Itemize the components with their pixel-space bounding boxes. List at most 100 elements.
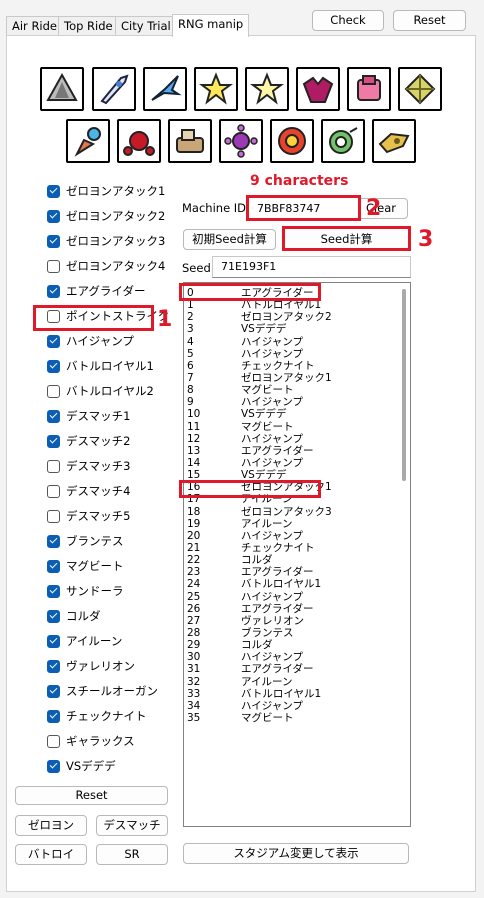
tab-rng-manip[interactable]: RNG manip [172,14,250,37]
stage-checkbox[interactable] [47,659,60,673]
wheelie-bike-icon[interactable] [296,67,340,111]
stage-checkbox[interactable] [47,559,60,573]
list-item[interactable]: 3 VSデデデ [184,323,410,335]
top-reset-button[interactable]: Reset [393,10,466,31]
rocket-star-icon[interactable] [92,67,136,111]
list-item[interactable]: 18 ゼロヨンアタック3 [184,506,410,518]
list-item[interactable]: 19 アイルーン [184,518,410,530]
stage-checkbox-row[interactable]: ゼロヨンアタック4 [47,256,165,276]
list-item[interactable]: 29 コルダ [184,639,410,651]
slick-star-icon[interactable] [347,67,391,111]
stage-checkbox-row[interactable]: チェックナイト [47,706,147,726]
stage-checkbox-row[interactable]: デスマッチ1 [47,406,130,426]
stage-checkbox[interactable] [47,484,60,498]
stage-checkbox[interactable] [47,734,60,748]
stage-checkbox-row[interactable]: エアグライダー [47,281,145,301]
deathmatch-button[interactable]: デスマッチ [96,815,168,836]
stage-checkbox[interactable] [47,434,60,448]
stage-checkbox[interactable] [47,709,60,723]
stage-checkbox[interactable] [47,459,60,473]
hydra-icon[interactable] [270,119,314,163]
list-item[interactable]: 9 ハイジャンプ [184,396,410,408]
list-item[interactable]: 26 エアグライダー [184,603,410,615]
stage-checkbox[interactable] [47,284,60,298]
stage-checkbox[interactable] [47,759,60,773]
stage-checkbox-row[interactable]: ギャラックス [47,731,135,751]
result-listbox[interactable]: 0 エアグライダー 1 バトルロイヤル1 2 ゼロヨンアタック2 3 VSデデデ 4 ハイジャンプ… [183,282,411,827]
stage-checkbox-row[interactable]: ヴァレリオン [47,656,135,676]
stage-checkbox-row[interactable]: ゼロヨンアタック2 [47,206,165,226]
list-scrollbar[interactable] [402,289,406,481]
stage-checkbox[interactable] [47,634,60,648]
jet-star-icon[interactable] [372,119,416,163]
list-item[interactable]: 11 マグビート [184,421,410,433]
list-item[interactable]: 25 ハイジャンプ [184,591,410,603]
stage-checkbox-row[interactable]: コルダ [47,606,101,626]
stadium-change-button[interactable]: スタジアム変更して表示 [183,843,409,864]
stage-checkbox[interactable] [47,234,60,248]
wagon-star-icon[interactable] [40,67,84,111]
machine-id-input[interactable]: 7BBF83747 [246,195,361,221]
stage-checkbox[interactable] [47,684,60,698]
compact-star-icon[interactable] [245,67,289,111]
formula-star-icon[interactable] [219,119,263,163]
check-button[interactable]: Check [312,10,384,31]
stage-checkbox-row[interactable]: アイルーン [47,631,122,651]
stage-checkbox-row[interactable]: マグビート [47,556,124,576]
stage-checkbox[interactable] [47,259,60,273]
initial-seed-button[interactable]: 初期Seed計算 [183,229,276,250]
rex-wheelie-icon[interactable] [168,119,212,163]
list-item[interactable]: 5 ハイジャンプ [184,348,410,360]
list-item[interactable]: 21 チェックナイト [184,542,410,554]
swerve-star-icon[interactable] [66,119,110,163]
list-item[interactable]: 14 ハイジャンプ [184,457,410,469]
stage-checkbox[interactable] [47,184,60,198]
list-item[interactable]: 8 マグビート [184,384,410,396]
bulk-star-icon[interactable] [398,67,442,111]
stage-checkbox-row[interactable]: バトルロイヤル2 [47,381,154,401]
stage-checkbox[interactable] [47,209,60,223]
stage-checkbox[interactable] [47,584,60,598]
stage-checkbox[interactable] [47,509,60,523]
stage-checkbox[interactable] [47,409,60,423]
stage-checkbox-row[interactable]: デスマッチ3 [47,456,130,476]
stage-checkbox[interactable] [47,609,60,623]
list-item[interactable]: 23 エアグライダー [184,566,410,578]
list-item[interactable]: 7 ゼロヨンアタック1 [184,372,410,384]
list-item[interactable]: 34 ハイジャンプ [184,700,410,712]
list-item[interactable]: 28 ブランテス [184,627,410,639]
left-reset-button[interactable]: Reset [15,786,168,805]
stage-checkbox-row[interactable]: ブランテス [47,531,124,551]
stage-checkbox[interactable] [47,384,60,398]
list-item[interactable]: 27 ヴァレリオン [184,615,410,627]
tab-air-ride[interactable]: Air Ride [6,16,64,36]
list-item[interactable]: 31 エアグライダー [184,663,410,675]
list-item[interactable]: 13 エアグライダー [184,445,410,457]
list-item[interactable]: 10 VSデデデ [184,408,410,420]
stage-checkbox-row[interactable]: VSデデデ [47,756,116,776]
list-item[interactable]: 30 ハイジャンプ [184,651,410,663]
list-item[interactable]: 22 コルダ [184,554,410,566]
stage-checkbox-row[interactable]: ハイジャンプ [47,331,134,351]
stage-checkbox[interactable] [47,334,60,348]
wheelie-scooter-icon[interactable] [321,119,365,163]
list-item[interactable]: 4 ハイジャンプ [184,336,410,348]
list-item[interactable]: 24 バトルロイヤル1 [184,578,410,590]
stage-checkbox-row[interactable]: ゼロヨンアタック1 [47,181,165,201]
list-item[interactable]: 35 マグビート [184,712,410,724]
stage-checkbox-row[interactable]: バトルロイヤル1 [47,356,154,376]
seed-calc-button[interactable]: Seed計算 [282,226,411,251]
seed-field[interactable]: 71E193F1 [212,256,411,278]
stage-checkbox-row[interactable]: サンドーラ [47,581,124,601]
list-item[interactable]: 33 バトルロイヤル1 [184,688,410,700]
battle-royale-button[interactable]: バトロイ [15,844,87,865]
turbo-star-icon[interactable] [117,119,161,163]
warp-star-icon[interactable] [194,67,238,111]
stage-checkbox-row[interactable]: デスマッチ2 [47,431,130,451]
list-item[interactable]: 6 チェックナイト [184,360,410,372]
stage-checkbox-row[interactable]: スチールオーガン [47,681,158,701]
list-item[interactable]: 20 ハイジャンプ [184,530,410,542]
list-item[interactable]: 2 ゼロヨンアタック2 [184,311,410,323]
zeroyon-button[interactable]: ゼロヨン [15,815,87,836]
stage-checkbox-row[interactable]: ゼロヨンアタック3 [47,231,165,251]
